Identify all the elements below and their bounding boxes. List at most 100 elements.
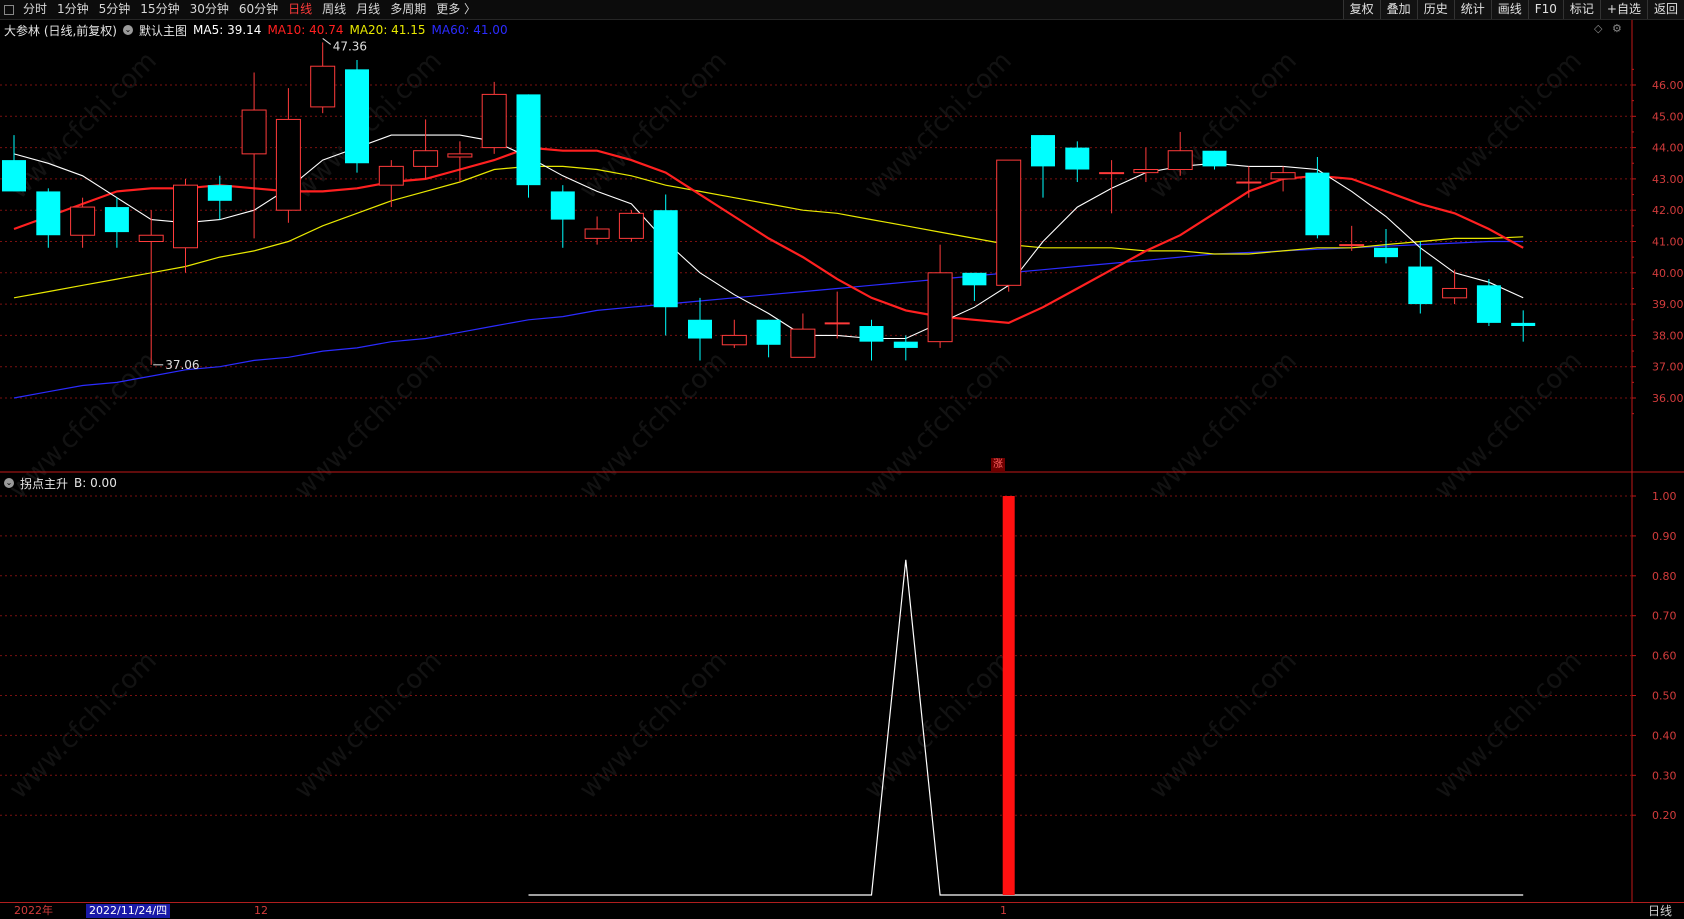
candle-body-down [36, 191, 61, 236]
candle-body-up [481, 93, 507, 149]
indicator-axis-label: 0.50 [1652, 690, 1677, 703]
watermark-text: www.cfchi.com [4, 46, 163, 205]
candle-body-up [1270, 172, 1296, 180]
candle [996, 159, 1022, 292]
candle-body-up [790, 328, 816, 358]
watermark-text: www.cfchi.com [859, 346, 1018, 505]
watermark-text: www.cfchi.com [859, 46, 1018, 205]
candle [893, 335, 918, 361]
candle [618, 210, 644, 242]
indicator-axis-label: 0.60 [1652, 650, 1677, 663]
month-label-1: 1 [1000, 904, 1007, 917]
candle [1511, 310, 1536, 342]
candle-body-up [70, 206, 96, 236]
candle-body-up [927, 272, 953, 343]
candle-body-down [1065, 147, 1090, 170]
watermark-text: www.cfchi.com [1429, 46, 1588, 205]
candle [1476, 279, 1501, 327]
watermark-text: www.cfchi.com [4, 346, 163, 505]
candle-body-up [996, 159, 1022, 286]
price-axis-label: 43.00 [1652, 173, 1684, 186]
candle-body-down [1031, 135, 1055, 167]
candle [36, 188, 61, 248]
candle-body-down [550, 191, 575, 220]
signal-bar [1002, 496, 1015, 895]
candle-body-down [1374, 247, 1398, 258]
watermark-text: www.cfchi.com [574, 646, 733, 805]
price-axis-label: 45.00 [1652, 110, 1684, 123]
indicator-axis-label: 0.70 [1652, 610, 1677, 623]
chart-canvas[interactable]: www.cfchi.com www.cfchi.com www.cfchi.com w… [0, 0, 1684, 902]
candle [378, 160, 404, 208]
watermark-text: www.cfchi.com [1429, 346, 1588, 505]
candle-body-up [1133, 169, 1159, 174]
indicator-axis-label: 0.30 [1652, 769, 1677, 782]
period-label[interactable]: 日线 [1636, 904, 1684, 918]
candle-body-up [1099, 172, 1125, 175]
candle-body-down [1305, 172, 1330, 236]
date-axis: 2022年 2022/11/24/四 12 1 日线 [0, 902, 1684, 919]
candle [70, 197, 96, 248]
watermark-text: www.cfchi.com [289, 646, 448, 805]
zhang-marker: 涨 [991, 458, 1005, 472]
candle-body-up [1442, 287, 1468, 299]
price-axis-label: 41.00 [1652, 236, 1684, 249]
candle-body-up [618, 212, 644, 239]
candle-body-down [2, 160, 26, 192]
candle-body-up [447, 153, 473, 158]
candle [1031, 135, 1055, 198]
candle-body-down [1476, 285, 1501, 323]
candle [756, 319, 781, 358]
candle-body-up [824, 322, 850, 325]
candle-body-down [893, 341, 918, 348]
candle-body-up [378, 165, 404, 186]
candle [275, 88, 301, 223]
price-axis-label: 38.00 [1652, 329, 1684, 342]
candle-body-down [653, 210, 678, 308]
price-axis-label: 42.00 [1652, 204, 1684, 217]
candle [345, 59, 369, 173]
candle [481, 81, 507, 154]
candle [1099, 160, 1125, 214]
candle [1408, 241, 1433, 314]
candle-body-up [275, 118, 301, 211]
candle-body-up [584, 228, 610, 239]
candle [550, 185, 575, 248]
candle-body-up [721, 334, 747, 346]
price-axis-label: 40.00 [1652, 267, 1684, 280]
date-cursor: 2022/11/24/四 [86, 904, 171, 918]
month-label-12: 12 [254, 904, 268, 917]
candle-body-down [859, 326, 884, 342]
watermark-text: www.cfchi.com [574, 46, 733, 205]
price-axis-label: 37.00 [1652, 361, 1684, 374]
candle [516, 94, 541, 198]
candle [859, 319, 884, 361]
candle-body-up [413, 150, 439, 167]
candle [2, 135, 26, 192]
candle [1270, 166, 1296, 192]
ma5-line [13, 134, 1524, 340]
ma10-line [13, 146, 1524, 325]
indicator-axis-label: 1.00 [1652, 490, 1677, 503]
candle [962, 272, 987, 301]
candle [653, 194, 678, 336]
price-axis-label: 44.00 [1652, 142, 1684, 155]
candle-body-down [688, 319, 712, 339]
price-axis-label: 46.00 [1652, 79, 1684, 92]
candle [173, 178, 198, 273]
candle [824, 291, 850, 339]
price-axis-label: 39.00 [1652, 298, 1684, 311]
candle-body-up [1167, 150, 1193, 171]
candle-body-up [173, 184, 198, 249]
candle [138, 210, 164, 365]
candle [1202, 150, 1227, 170]
watermark-text: www.cfchi.com [289, 346, 448, 505]
watermark-layer: www.cfchi.com www.cfchi.com www.cfchi.com w… [4, 46, 1588, 805]
candle-body-up [138, 234, 164, 243]
candle [927, 244, 953, 348]
candle-body-down [1408, 266, 1433, 305]
candle-body-up [1236, 181, 1262, 184]
watermark-text: www.cfchi.com [1144, 346, 1303, 505]
candle [584, 216, 610, 245]
candle [790, 313, 816, 358]
